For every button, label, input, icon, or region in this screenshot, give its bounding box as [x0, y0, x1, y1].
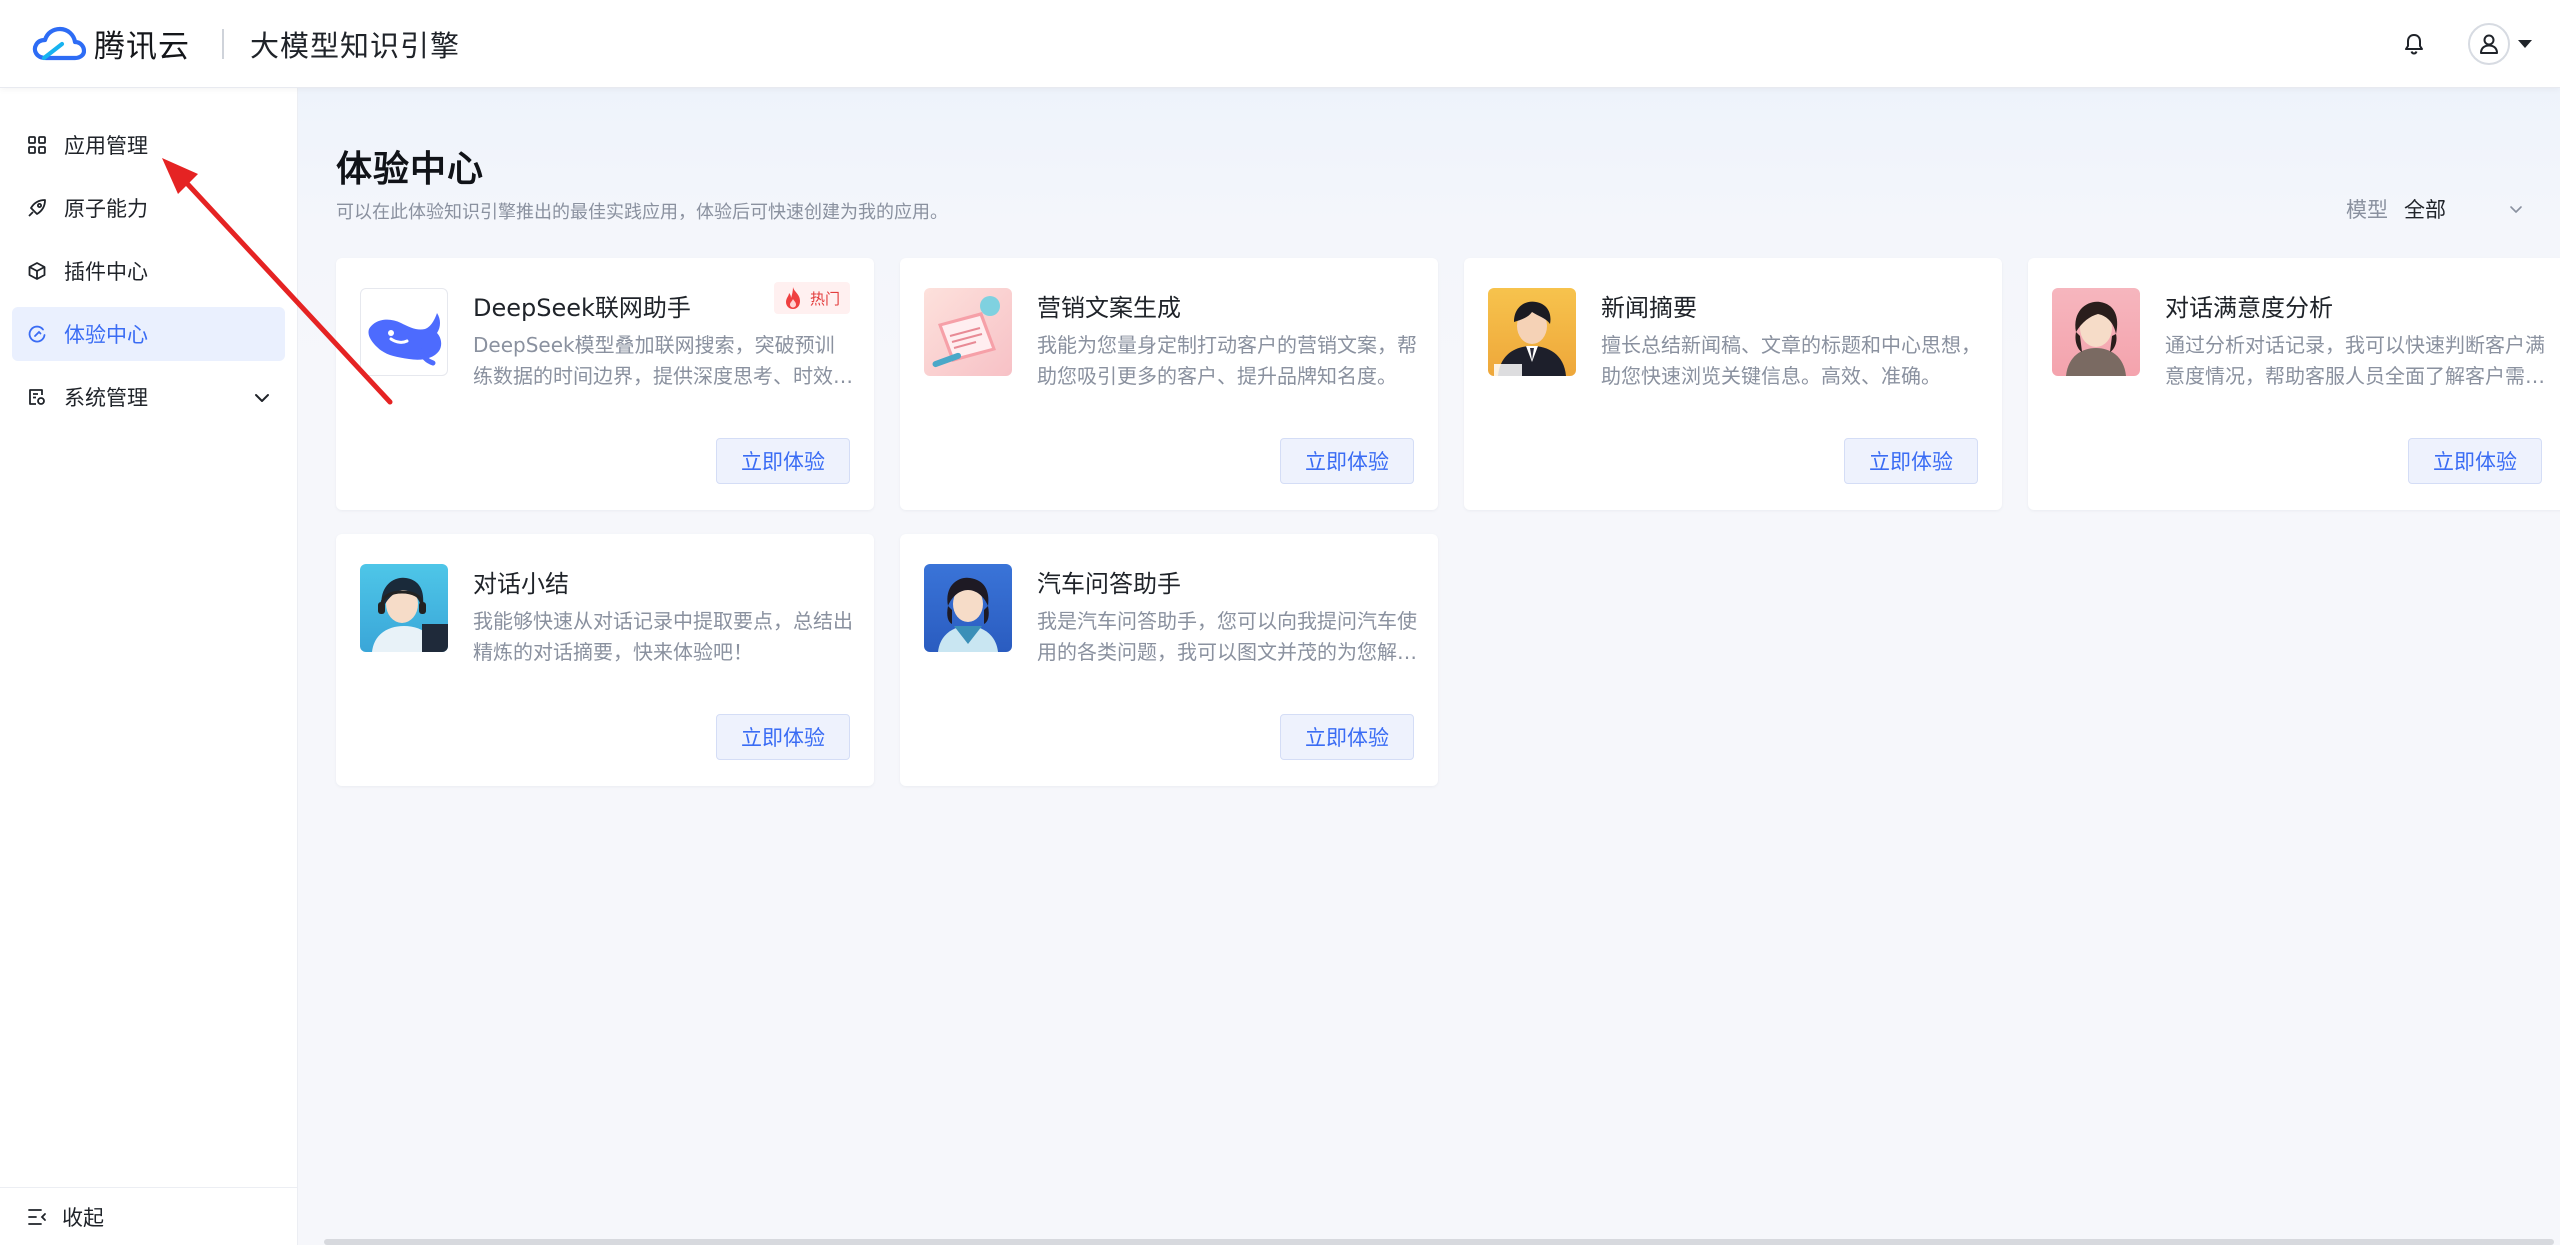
top-bar: 腾讯云 大模型知识引擎: [0, 0, 2560, 88]
sidebar-item-app-management[interactable]: 应用管理: [12, 118, 285, 172]
app-card[interactable]: 对话满意度分析 通过分析对话记录，我可以快速判断客户满意度情况，帮助客服人员全面…: [2028, 258, 2560, 510]
model-filter-label: 模型: [2346, 198, 2388, 222]
sidebar-item-experience-center[interactable]: 体验中心: [12, 307, 285, 361]
model-select[interactable]: 全部: [2404, 194, 2524, 224]
car-assistant-avatar-image: [924, 564, 1012, 652]
sidebar-item-system-management[interactable]: 系统管理: [12, 370, 285, 424]
card-title: 新闻摘要: [1601, 294, 1697, 322]
card-title: 对话小结: [473, 570, 569, 598]
try-now-button[interactable]: 立即体验: [1280, 714, 1414, 760]
app-card[interactable]: 新闻摘要 擅长总结新闻稿、文章的标题和中心思想，助您快速浏览关键信息。高效、准确…: [1464, 258, 2002, 510]
brand-name: 腾讯云: [94, 29, 190, 65]
user-avatar-icon: [2468, 23, 2510, 65]
collapse-menu-icon: [26, 1206, 48, 1228]
sidebar-item-plugin-center[interactable]: 插件中心: [12, 244, 285, 298]
card-title: 汽车问答助手: [1037, 570, 1181, 598]
user-menu[interactable]: [2468, 23, 2532, 65]
card-title: 对话满意度分析: [2165, 294, 2333, 322]
sidebar: 应用管理 原子能力 插件中心 体验中心 系统管理 收起: [0, 88, 298, 1245]
sidebar-item-label: 系统管理: [64, 386, 148, 410]
news-reporter-avatar-image: [1488, 288, 1576, 376]
sidebar-item-label: 插件中心: [64, 260, 148, 284]
headset-agent-avatar-image: [360, 564, 448, 652]
service-agent-avatar-image: [2052, 288, 2140, 376]
deepseek-whale-icon: [360, 288, 448, 376]
chevron-down-icon: [2510, 206, 2522, 213]
caret-down-icon: [2518, 40, 2532, 48]
app-card[interactable]: 汽车问答助手 我是汽车问答助手，您可以向我提问汽车使用的各类问题，我可以图文并茂…: [900, 534, 1438, 786]
sidebar-item-atomic-abilities[interactable]: 原子能力: [12, 181, 285, 235]
hot-badge-label: 热门: [809, 289, 840, 308]
card-title: DeepSeek联网助手: [473, 294, 691, 322]
settings-doc-icon: [26, 386, 48, 408]
chevron-down-icon: [253, 388, 271, 412]
try-now-button[interactable]: 立即体验: [1844, 438, 1978, 484]
collapse-label: 收起: [62, 1205, 104, 1230]
fire-icon: [785, 287, 800, 309]
app-card[interactable]: 营销文案生成 我能为您量身定制打动客户的营销文案，帮助您吸引更多的客户、提升品牌…: [900, 258, 1438, 510]
product-name: 大模型知识引擎: [250, 28, 461, 63]
try-now-button[interactable]: 立即体验: [2408, 438, 2542, 484]
card-description: DeepSeek模型叠加联网搜索，突破预训练数据的时间边界，提供深度思考、时效性…: [473, 333, 853, 388]
sidebar-nav: 应用管理 原子能力 插件中心 体验中心 系统管理: [0, 88, 297, 424]
card-description: 我能够快速从对话记录中提取要点，总结出精炼的对话摘要，快来体验吧！: [473, 609, 853, 664]
card-description: 我能为您量身定制打动客户的营销文案，帮助您吸引更多的客户、提升品牌知名度。: [1037, 333, 1417, 388]
horizontal-scrollbar[interactable]: [324, 1239, 2554, 1245]
page-title: 体验中心: [336, 149, 485, 190]
experience-icon: [26, 323, 48, 345]
notification-bell-icon[interactable]: [2394, 24, 2434, 64]
card-description: 通过分析对话记录，我可以快速判断客户满意度情况，帮助客服人员全面了解客户需求。: [2165, 333, 2545, 388]
brand-divider: [222, 28, 224, 59]
tencent-cloud-logo-icon: [32, 26, 86, 60]
try-now-button[interactable]: 立即体验: [716, 714, 850, 760]
sidebar-item-label: 原子能力: [64, 197, 148, 221]
marketing-notebook-image: [924, 288, 1012, 376]
sidebar-collapse-button[interactable]: 收起: [0, 1187, 298, 1245]
rocket-icon: [26, 197, 48, 219]
sidebar-item-label: 应用管理: [64, 134, 148, 158]
page-subtitle: 可以在此体验知识引擎推出的最佳实践应用，体验后可快速创建为我的应用。: [336, 202, 948, 223]
app-card[interactable]: 对话小结 我能够快速从对话记录中提取要点，总结出精炼的对话摘要，快来体验吧！ 立…: [336, 534, 874, 786]
sidebar-item-label: 体验中心: [64, 323, 148, 347]
card-description: 擅长总结新闻稿、文章的标题和中心思想，助您快速浏览关键信息。高效、准确。: [1601, 333, 1981, 388]
cube-icon: [26, 260, 48, 282]
model-filter: 模型 全部: [2346, 194, 2524, 224]
try-now-button[interactable]: 立即体验: [716, 438, 850, 484]
card-title: 营销文案生成: [1037, 294, 1181, 322]
card-description: 我是汽车问答助手，您可以向我提问汽车使用的各类问题，我可以图文并茂的为您解答。: [1037, 609, 1417, 664]
app-card[interactable]: DeepSeek联网助手 热门 DeepSeek模型叠加联网搜索，突破预训练数据…: [336, 258, 874, 510]
hot-badge: 热门: [773, 282, 850, 314]
grid-icon: [26, 134, 48, 156]
try-now-button[interactable]: 立即体验: [1280, 438, 1414, 484]
model-select-value: 全部: [2404, 198, 2446, 222]
main-content: 体验中心 可以在此体验知识引擎推出的最佳实践应用，体验后可快速创建为我的应用。 …: [298, 88, 2560, 1245]
brand[interactable]: 腾讯云: [30, 21, 190, 66]
